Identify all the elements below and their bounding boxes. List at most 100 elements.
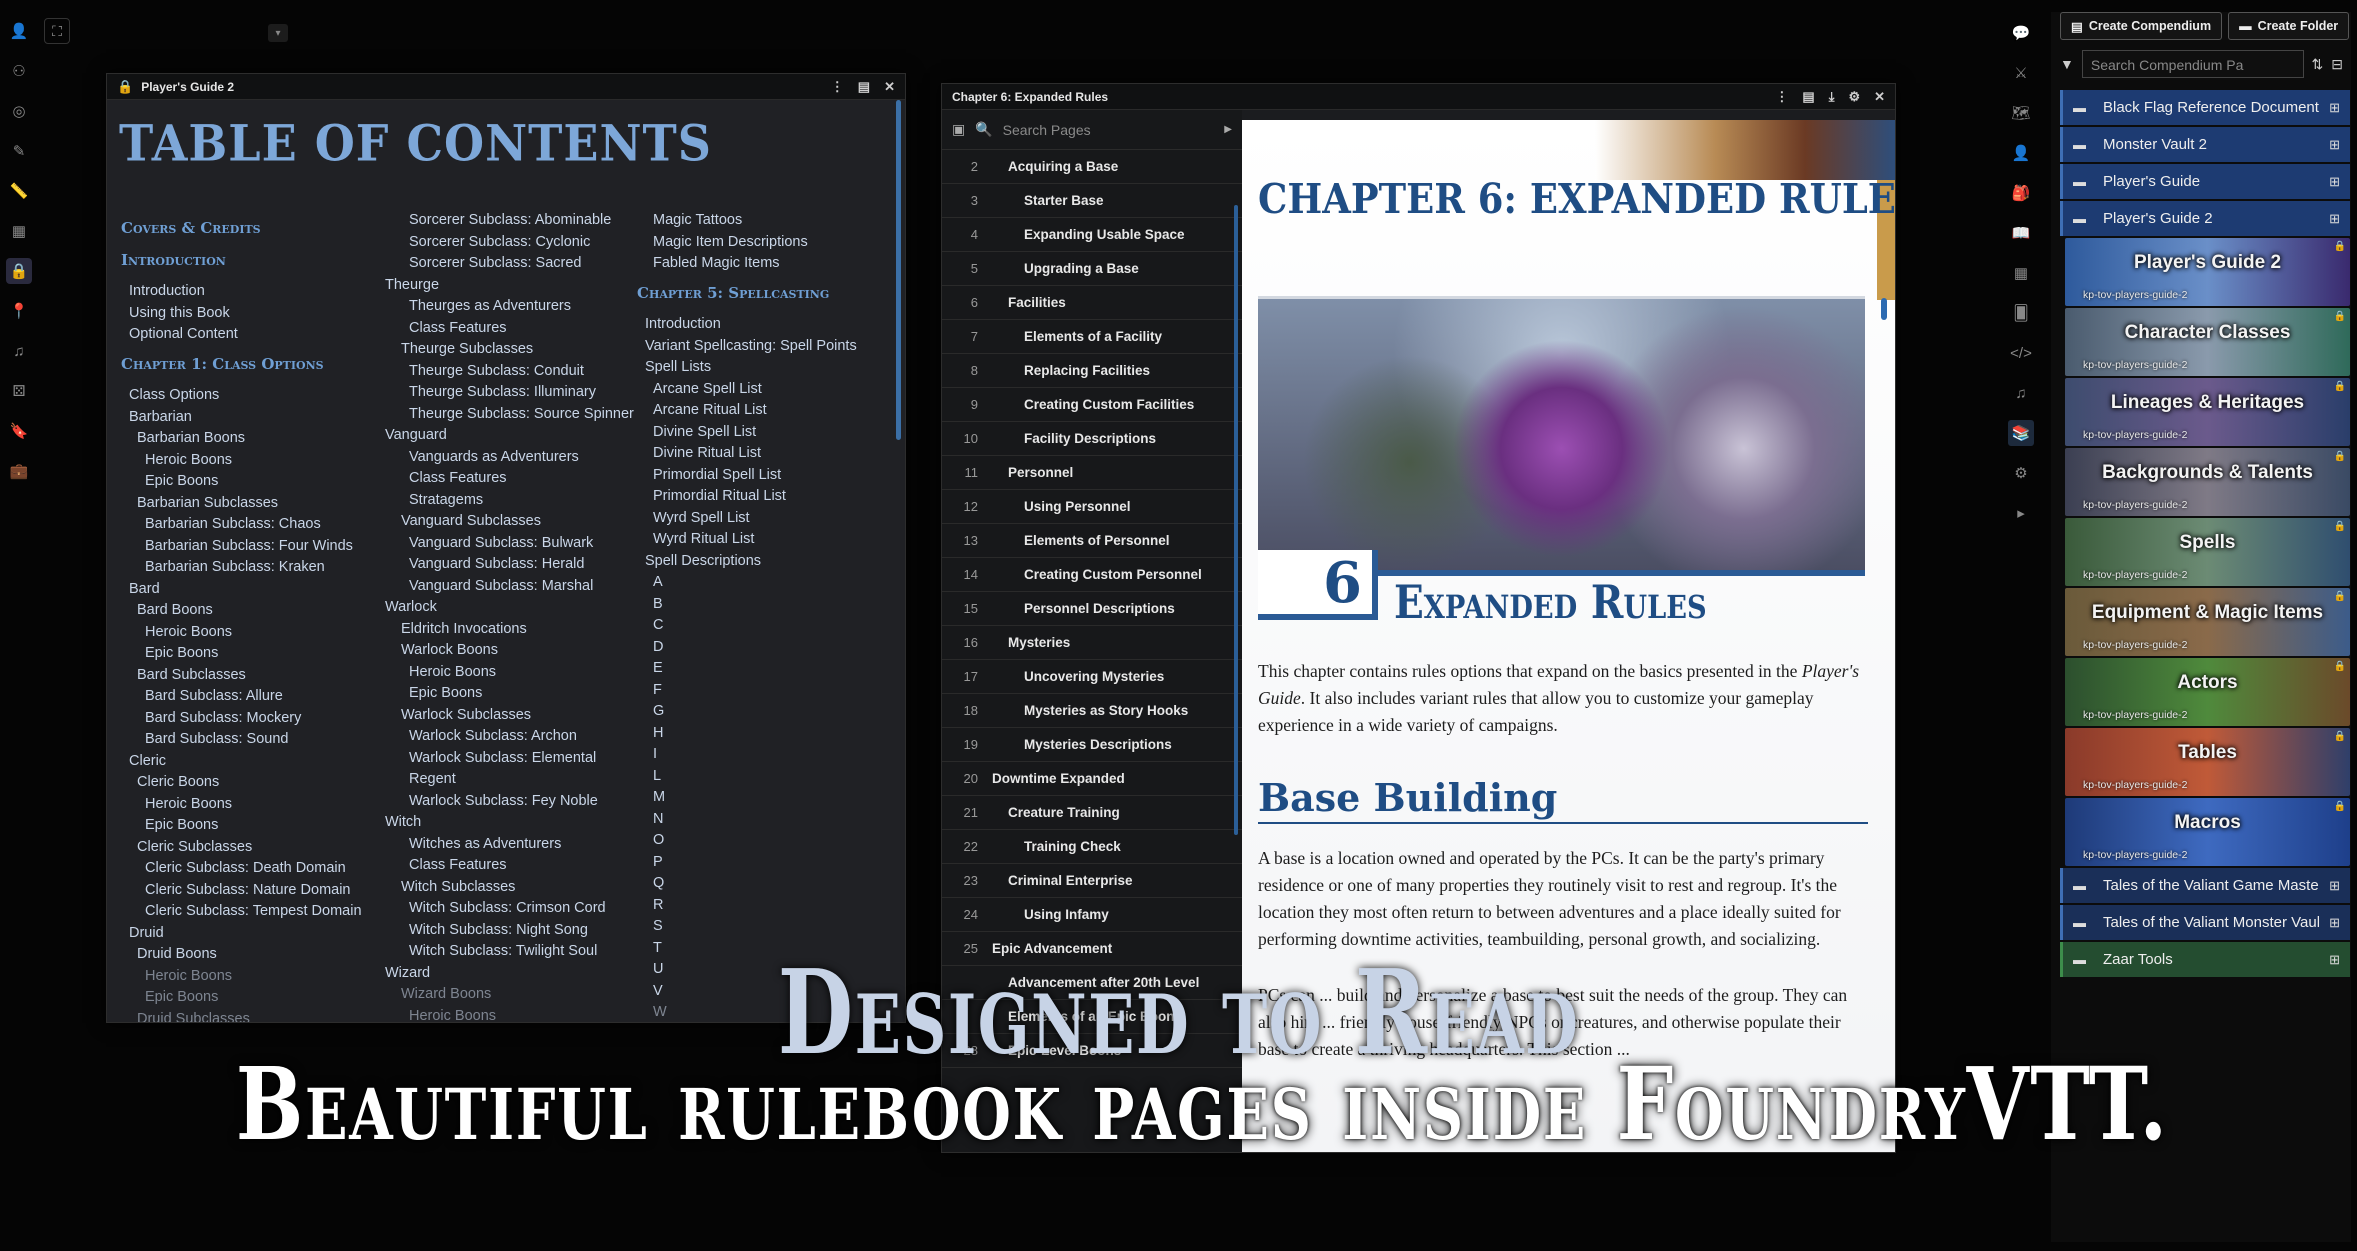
compendium-pack[interactable]: Tables kp-tov-players-guide-2 🔒 xyxy=(2065,728,2350,796)
toc-section-link[interactable]: Covers & Credits xyxy=(121,218,381,240)
sheet-icon[interactable]: ▤ xyxy=(858,79,870,95)
toc-link[interactable]: Barbarian Subclasses xyxy=(121,493,381,515)
compendium-folder[interactable]: ▬ Zaar Tools ⊞ xyxy=(2060,942,2350,977)
toc-link[interactable]: Cleric Boons xyxy=(121,772,381,794)
compendium-folder[interactable]: ▬ Player's Guide 2 ⊞ xyxy=(2060,201,2350,236)
pages-icon[interactable]: ▣ xyxy=(952,121,965,138)
page-list-item[interactable]: 12 Using Personnel xyxy=(942,490,1242,524)
toc-link[interactable]: Divine Ritual List xyxy=(637,443,887,465)
toc-link[interactable]: Bard Subclass: Mockery xyxy=(121,708,381,730)
combat-icon[interactable]: ⚔ xyxy=(2008,60,2034,86)
toc-link[interactable]: Sorcerer Subclass: Abominable xyxy=(385,210,635,232)
lock-icon[interactable]: 🔒 xyxy=(2334,801,2346,812)
toc-link[interactable]: Cleric Subclass: Nature Domain xyxy=(121,880,381,902)
toc-link[interactable]: Using this Book xyxy=(121,303,381,325)
compendium-folder[interactable]: ▬ Tales of the Valiant Game Maste... ⊞ xyxy=(2060,868,2350,903)
compendium-pack[interactable]: Lineages & Heritages kp-tov-players-guide… xyxy=(2065,378,2350,446)
page-list-item[interactable]: 11 Personnel xyxy=(942,456,1242,490)
toc-link[interactable]: Heroic Boons xyxy=(121,794,381,816)
page-list-item[interactable]: 4 Expanding Usable Space xyxy=(942,218,1242,252)
menu-icon[interactable]: ⋮ xyxy=(1775,89,1788,105)
menu-icon[interactable]: ⋮ xyxy=(831,79,844,95)
compendium-pack[interactable]: Spells kp-tov-players-guide-2 🔒 xyxy=(2065,518,2350,586)
page-list-item[interactable]: 9 Creating Custom Facilities xyxy=(942,388,1242,422)
toc-link[interactable]: Warlock Subclasses xyxy=(385,705,635,727)
dice-icon[interactable]: ⚄ xyxy=(6,378,32,404)
close-icon[interactable]: ✕ xyxy=(884,79,895,95)
toc-link[interactable]: Warlock Boons xyxy=(385,640,635,662)
toc-link[interactable]: Sorcerer Subclass: Cyclonic xyxy=(385,232,635,254)
create-entry-icon[interactable]: ⊞ xyxy=(2329,878,2340,894)
toc-link[interactable]: Magic Item Descriptions xyxy=(637,232,887,254)
lock-icon[interactable]: 🔒 xyxy=(2334,661,2346,672)
toc-link[interactable]: Spell Descriptions xyxy=(637,551,887,573)
toc-link[interactable]: G xyxy=(637,701,887,723)
lock-icon[interactable]: 🔒 xyxy=(2334,241,2346,252)
grid-icon[interactable]: ▦ xyxy=(6,218,32,244)
toc-link[interactable]: Theurges as Adventurers xyxy=(385,296,635,318)
toc-link[interactable]: Primordial Ritual List xyxy=(637,486,887,508)
create-compendium-button[interactable]: ▤ Create Compendium xyxy=(2060,12,2223,40)
create-folder-button[interactable]: ▬ Create Folder xyxy=(2228,12,2350,40)
toc-link[interactable]: Vanguard xyxy=(385,425,635,447)
toc-link[interactable]: Spell Lists xyxy=(637,357,887,379)
toc-link[interactable]: Optional Content xyxy=(121,324,381,346)
lock-icon[interactable]: 🔒 xyxy=(6,258,32,284)
toc-link[interactable]: M xyxy=(637,787,887,809)
compendium-pack[interactable]: Backgrounds & Talents kp-tov-players-guid… xyxy=(2065,448,2350,516)
toc-link[interactable]: Witches as Adventurers xyxy=(385,834,635,856)
toc-link[interactable]: Barbarian xyxy=(121,407,381,429)
page-list-item[interactable]: 22 Training Check xyxy=(942,830,1242,864)
toc-link[interactable]: Cleric Subclasses xyxy=(121,837,381,859)
page-list-item[interactable]: 8 Replacing Facilities xyxy=(942,354,1242,388)
toc-link[interactable]: P xyxy=(637,852,887,874)
toc-link[interactable]: Arcane Ritual List xyxy=(637,400,887,422)
page-list-item[interactable]: 13 Elements of Personnel xyxy=(942,524,1242,558)
toc-link[interactable]: Theurge Subclass: Source Spinner xyxy=(385,404,635,426)
toc-link[interactable]: Sorcerer Subclass: Sacred xyxy=(385,253,635,275)
briefcase-icon[interactable]: 💼 xyxy=(6,458,32,484)
toc-link[interactable]: Theurge xyxy=(385,275,635,297)
toc-link[interactable]: Warlock Subclass: Elemental Regent xyxy=(385,748,635,791)
page-list-item[interactable]: 2 Acquiring a Base xyxy=(942,150,1242,184)
toc-link[interactable]: Introduction xyxy=(121,281,381,303)
toc-link[interactable]: B xyxy=(637,594,887,616)
toc-link[interactable]: Epic Boons xyxy=(121,643,381,665)
user-icon[interactable]: 👤 xyxy=(6,18,32,44)
toc-link[interactable]: Wyrd Ritual List xyxy=(637,529,887,551)
toc-link[interactable]: Primordial Spell List xyxy=(637,465,887,487)
pages-scrollbar[interactable] xyxy=(1234,205,1238,835)
compendium-folder[interactable]: ▬ Black Flag Reference Document ⊞ xyxy=(2060,90,2350,125)
page-list-item[interactable]: 16 Mysteries xyxy=(942,626,1242,660)
search-input[interactable]: Search Pages xyxy=(1003,122,1215,138)
toc-link[interactable]: Barbarian Subclass: Kraken xyxy=(121,557,381,579)
page-scrollbar[interactable] xyxy=(1881,298,1887,320)
page-list-item[interactable]: 10 Facility Descriptions xyxy=(942,422,1242,456)
toc-link[interactable]: Epic Boons xyxy=(121,815,381,837)
page-list-item[interactable]: 18 Mysteries as Story Hooks xyxy=(942,694,1242,728)
play-icon[interactable]: ▶ xyxy=(1224,124,1232,135)
sort-icon[interactable]: ⇅ xyxy=(2312,56,2324,73)
compendium-pack[interactable]: Player's Guide 2 kp-tov-players-guide-2 🔒 xyxy=(2065,238,2350,306)
toc-link[interactable]: Warlock Subclass: Archon xyxy=(385,726,635,748)
create-entry-icon[interactable]: ⊞ xyxy=(2329,952,2340,968)
scenes-icon[interactable]: 🗺 xyxy=(2008,100,2034,126)
page-list-item[interactable]: 19 Mysteries Descriptions xyxy=(942,728,1242,762)
toc-link[interactable]: O xyxy=(637,830,887,852)
lock-icon[interactable]: 🔒 xyxy=(2334,311,2346,322)
filter-icon[interactable]: ▼ xyxy=(2060,56,2074,72)
toc-link[interactable]: Bard Subclasses xyxy=(121,665,381,687)
sidebar-toggle-icon[interactable]: ⚙ xyxy=(1848,89,1860,105)
toc-link[interactable]: Divine Spell List xyxy=(637,422,887,444)
page-list-item[interactable]: 24 Using Infamy xyxy=(942,898,1242,932)
page-list-item[interactable]: 6 Facilities xyxy=(942,286,1242,320)
toc-link[interactable]: Variant Spellcasting: Spell Points xyxy=(637,336,887,358)
compendium-folder[interactable]: ▬ Monster Vault 2 ⊞ xyxy=(2060,127,2350,162)
toc-link[interactable]: Class Features xyxy=(385,468,635,490)
bookmark-icon[interactable]: 🔖 xyxy=(6,418,32,444)
toc-link[interactable]: Introduction xyxy=(637,314,887,336)
toc-link[interactable]: Stratagems xyxy=(385,490,635,512)
items-icon[interactable]: 🎒 xyxy=(2008,180,2034,206)
toc-link[interactable]: C xyxy=(637,615,887,637)
journal-icon[interactable]: 📖 xyxy=(2008,220,2034,246)
